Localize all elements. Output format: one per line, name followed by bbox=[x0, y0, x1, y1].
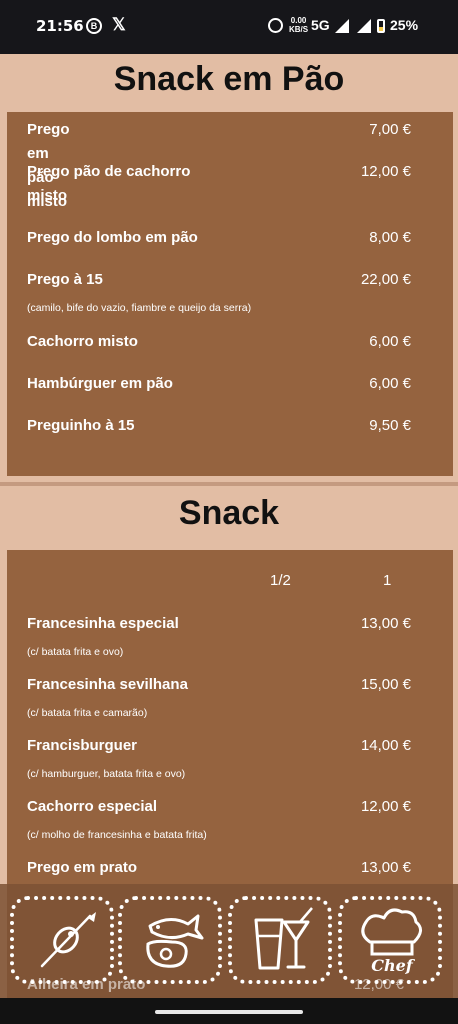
network-speed-value: 0.00 bbox=[290, 16, 307, 25]
item-price: 8,00 € bbox=[369, 229, 411, 246]
column-header-full: 1 bbox=[383, 572, 392, 589]
home-handle[interactable] bbox=[155, 1010, 303, 1014]
item-name: Francesinha sevilhana bbox=[27, 676, 188, 693]
item-price: 13,00 € bbox=[360, 859, 411, 876]
gesture-bar bbox=[0, 998, 458, 1024]
item-price: 14,00 € bbox=[360, 737, 411, 754]
status-bar: 21:56 B 𝕏 0.00 KB/S 5G 25% bbox=[0, 0, 458, 54]
item-price: 6,00 € bbox=[369, 375, 411, 392]
nav-button-snack[interactable] bbox=[10, 896, 114, 984]
item-price: 6,00 € bbox=[369, 333, 411, 350]
item-name-line1: Prego pão de cachorro bbox=[27, 163, 191, 180]
item-price: 12,00 € bbox=[360, 163, 411, 180]
status-time: 21:56 bbox=[36, 17, 84, 35]
network-speed: 0.00 KB/S bbox=[289, 16, 308, 34]
item-price: 13,00 € bbox=[360, 615, 411, 632]
x-app-icon: 𝕏 bbox=[112, 15, 126, 34]
battery-percent: 25% bbox=[390, 17, 419, 33]
chef-label: Chef bbox=[371, 956, 416, 975]
nav-button-drinks[interactable] bbox=[228, 896, 332, 984]
item-name: Preguinho à 15 bbox=[27, 417, 135, 434]
section-title-snack: Snack bbox=[178, 494, 280, 532]
item-description: (c/ batata frita e ovo) bbox=[27, 646, 124, 658]
data-saver-icon bbox=[268, 18, 283, 33]
item-description: (camilo, bife do vazio, fiambre e queijo… bbox=[27, 302, 252, 314]
b-app-icon: B bbox=[86, 18, 102, 34]
item-price: 9,50 € bbox=[369, 417, 411, 434]
network-speed-unit: KB/S bbox=[289, 25, 309, 34]
item-name: Cachorro especial bbox=[27, 798, 158, 815]
item-name: Francisburguer bbox=[27, 737, 138, 754]
item-name: Prego do lombo em pão bbox=[27, 229, 198, 246]
nav-button-meat-fish[interactable] bbox=[118, 896, 222, 984]
menu-box-snack-em-pao: Prego em pão misto 7,00 € Prego pão de c… bbox=[7, 112, 453, 476]
item-name: Cachorro misto bbox=[27, 333, 138, 350]
item-description: (c/ hamburguer, batata frita e ovo) bbox=[27, 768, 186, 780]
signal-icon-2 bbox=[357, 19, 371, 33]
item-description: (c/ batata frita e camarão) bbox=[27, 707, 148, 719]
column-header-half: 1/2 bbox=[270, 572, 291, 589]
section-divider bbox=[0, 482, 458, 486]
item-name: Francesinha especial bbox=[27, 615, 179, 632]
signal-icon bbox=[335, 19, 349, 33]
item-price: 15,00 € bbox=[360, 676, 411, 693]
nav-button-chef[interactable]: Chef bbox=[338, 896, 442, 984]
chef-hat-icon: Chef bbox=[361, 908, 422, 975]
item-name: Prego à 15 bbox=[27, 271, 103, 288]
olive-skewer-icon bbox=[40, 912, 96, 968]
network-type: 5G bbox=[311, 17, 330, 33]
item-description: (c/ molho de francesinha e batata frita) bbox=[27, 829, 207, 841]
item-name: Prego em prato bbox=[27, 859, 138, 876]
item-name: Hambúrguer em pão bbox=[27, 375, 173, 392]
section-title-snack-em-pao: Snack em Pão bbox=[113, 60, 345, 98]
item-name-line2: misto bbox=[27, 187, 68, 204]
item-price: 7,00 € bbox=[369, 121, 411, 138]
item-price: 12,00 € bbox=[360, 798, 411, 815]
item-price: 22,00 € bbox=[360, 271, 411, 288]
battery-icon bbox=[377, 19, 385, 33]
menu-page[interactable]: Snack em Pão Prego em pão misto 7,00 € P… bbox=[0, 54, 458, 998]
drinks-icon bbox=[254, 907, 313, 970]
bottom-nav: Alheira em prato 12,00 € Chef bbox=[0, 884, 458, 998]
meat-fish-icon bbox=[146, 914, 204, 968]
